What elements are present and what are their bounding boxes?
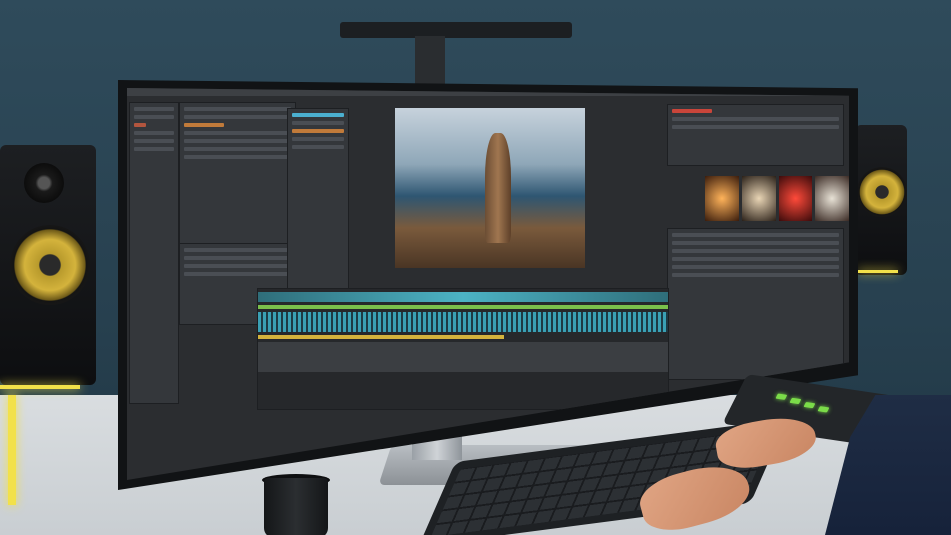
inspector-panel[interactable] xyxy=(287,108,349,310)
marker-track[interactable] xyxy=(258,335,504,339)
woofer-icon xyxy=(857,167,907,217)
preview-viewer[interactable] xyxy=(395,108,585,268)
figure-thumb[interactable] xyxy=(741,176,776,221)
sea-rock-photo-icon xyxy=(485,133,511,243)
mug xyxy=(264,478,328,535)
left-tool-panel[interactable] xyxy=(129,102,179,404)
tweeter-icon xyxy=(24,163,64,203)
properties-panel[interactable] xyxy=(667,104,844,166)
pad-light[interactable] xyxy=(817,406,830,413)
portrait-thumb[interactable] xyxy=(815,176,849,221)
pad-light[interactable] xyxy=(775,393,788,400)
red-burst-thumb[interactable] xyxy=(778,176,813,221)
audio-track[interactable] xyxy=(258,292,668,302)
woofer-icon xyxy=(10,225,90,305)
waveform-track[interactable] xyxy=(258,312,668,332)
thumbnail-strip[interactable] xyxy=(705,176,849,221)
left-speaker xyxy=(0,145,96,385)
fire-thumb[interactable] xyxy=(705,176,739,221)
pad-light[interactable] xyxy=(789,397,802,405)
monitor-light-bar xyxy=(340,22,572,38)
speaker-base-light xyxy=(0,385,80,389)
photo-scene xyxy=(0,0,951,535)
light-bar-post xyxy=(415,36,445,86)
video-track[interactable] xyxy=(258,305,668,309)
pad-light[interactable] xyxy=(803,401,816,409)
media-browser-panel[interactable] xyxy=(179,102,296,244)
empty-track[interactable] xyxy=(258,342,668,372)
right-speaker xyxy=(855,125,907,275)
speaker-stand-light xyxy=(8,395,16,505)
library-panel[interactable] xyxy=(667,228,844,380)
speaker-base-light xyxy=(858,270,898,273)
timeline[interactable] xyxy=(257,288,669,410)
